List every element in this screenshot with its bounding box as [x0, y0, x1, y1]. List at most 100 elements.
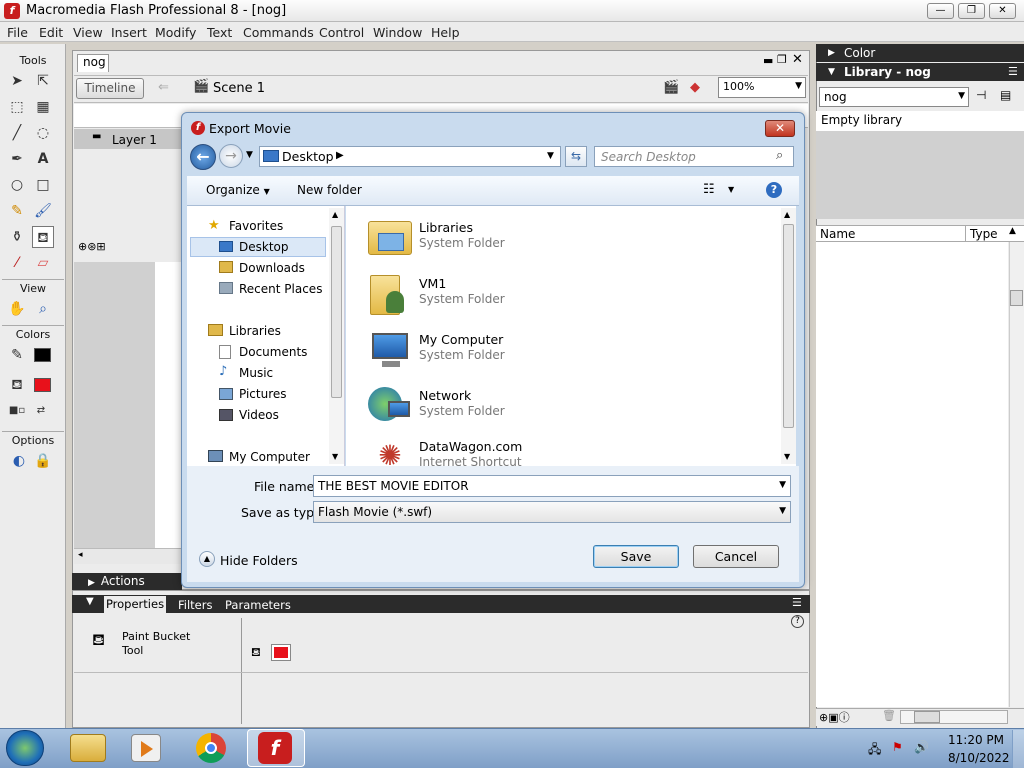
chevron-down-icon[interactable]: ▼	[779, 480, 786, 490]
pin-library-icon[interactable]: ⊣	[976, 88, 986, 102]
list-item[interactable]: Libraries System Folder	[366, 211, 786, 263]
line-tool-icon[interactable]: ╱	[6, 122, 28, 144]
library-vscrollbar[interactable]	[1009, 242, 1024, 707]
menu-modify[interactable]: Modify	[155, 25, 196, 40]
default-colors-icon[interactable]: ■▫	[6, 400, 28, 422]
nav-scroll-thumb[interactable]	[331, 226, 342, 398]
panel-menu-icon[interactable]: ☰	[1008, 63, 1018, 81]
back-button[interactable]: ←	[190, 144, 216, 170]
scroll-left-icon[interactable]: ◂	[78, 550, 83, 560]
list-item[interactable]: Network System Folder	[366, 379, 786, 431]
hand-tool-icon[interactable]: ✋	[6, 298, 28, 320]
nav-desktop[interactable]: Desktop	[239, 240, 289, 254]
scroll-down-icon[interactable]: ▼	[784, 452, 790, 461]
nav-libraries[interactable]: Libraries	[229, 324, 281, 338]
chevron-up-icon[interactable]: ▲	[199, 551, 215, 567]
dialog-close-button[interactable]: ✕	[765, 120, 795, 137]
text-tool-icon[interactable]: A	[32, 148, 54, 170]
scroll-down-icon[interactable]: ▼	[332, 452, 338, 461]
col-name[interactable]: Name	[820, 227, 855, 241]
rectangle-tool-icon[interactable]: □	[32, 174, 54, 196]
help-icon[interactable]: ?	[791, 615, 804, 628]
tab-properties[interactable]: Properties	[104, 596, 166, 613]
oval-tool-icon[interactable]: ○	[6, 174, 28, 196]
view-dropdown-icon[interactable]: ▼	[728, 185, 734, 194]
action-center-icon[interactable]: ⚑	[892, 740, 903, 754]
view-options-icon[interactable]: ☷	[703, 182, 715, 197]
hscroll-thumb[interactable]	[914, 711, 940, 723]
fill-color-swatch[interactable]	[34, 378, 51, 392]
subselect-tool-icon[interactable]: ⇱	[32, 70, 54, 92]
actions-panel-header[interactable]: ▶ Actions	[72, 573, 182, 590]
zoom-tool-icon[interactable]: ⌕	[32, 298, 54, 320]
network-tray-icon[interactable]: 🖧	[868, 740, 881, 761]
menu-edit[interactable]: Edit	[39, 25, 63, 40]
hide-folders-button[interactable]: Hide Folders	[220, 553, 298, 568]
nav-recent-places[interactable]: Recent Places	[239, 282, 322, 296]
edit-symbol-icon[interactable]: ◆	[690, 80, 700, 95]
breadcrumb-arrow-icon[interactable]: ▶	[336, 150, 344, 161]
restore-button[interactable]: ❐	[958, 3, 985, 19]
tab-filters[interactable]: Filters	[178, 598, 212, 612]
search-icon[interactable]: ⌕	[776, 148, 783, 163]
refresh-button[interactable]: ⇆	[565, 146, 587, 167]
col-type[interactable]: Type	[970, 227, 998, 241]
scroll-up-icon[interactable]: ▲	[332, 210, 338, 219]
doc-restore-icon[interactable]: ❐	[777, 53, 787, 66]
nav-downloads[interactable]: Downloads	[239, 261, 305, 275]
menu-window[interactable]: Window	[373, 25, 422, 40]
organize-button[interactable]: Organize ▼	[206, 183, 270, 197]
edit-scene-icon[interactable]: 🎬	[663, 80, 679, 95]
gap-size-icon[interactable]: ◐	[8, 450, 30, 472]
lasso-tool-icon[interactable]: ◌	[32, 122, 54, 144]
back-arrow-icon[interactable]: ⇐	[158, 80, 169, 95]
doc-minimize-icon[interactable]: ▬	[763, 54, 773, 67]
list-item[interactable]: My Computer System Folder	[366, 323, 786, 375]
nav-documents[interactable]: Documents	[239, 345, 307, 359]
scroll-thumb[interactable]	[1010, 290, 1023, 306]
new-library-icon[interactable]: ▤	[1000, 88, 1011, 102]
zoom-select[interactable]: 100% ▼	[718, 77, 806, 98]
save-type-select[interactable]: Flash Movie (*.swf) ▼	[313, 501, 791, 523]
paint-bucket-icon[interactable]: ⛾	[32, 226, 54, 248]
menu-insert[interactable]: Insert	[111, 25, 147, 40]
ink-bottle-icon[interactable]: ⚱	[6, 226, 28, 248]
lock-fill-icon[interactable]: 🔒	[32, 450, 54, 472]
color-panel-header[interactable]: ▶ Color	[816, 44, 1024, 62]
nav-favorites[interactable]: Favorites	[229, 219, 283, 233]
volume-icon[interactable]: 🔊	[914, 740, 929, 754]
menu-file[interactable]: File	[7, 25, 28, 40]
nav-videos[interactable]: Videos	[239, 408, 279, 422]
swap-colors-icon[interactable]: ⇄	[30, 400, 52, 422]
show-desktop-button[interactable]	[1012, 730, 1024, 768]
pencil-tool-icon[interactable]: ✎	[6, 200, 28, 222]
history-dropdown-icon[interactable]: ▼	[246, 150, 253, 160]
eyedropper-icon[interactable]: ⁄	[6, 252, 28, 274]
media-player-taskbar-icon[interactable]	[131, 734, 161, 762]
arrow-tool-icon[interactable]: ➤	[6, 70, 28, 92]
nav-my-computer[interactable]: My Computer	[229, 450, 310, 464]
free-transform-icon[interactable]: ⬚	[6, 96, 28, 118]
delete-icon[interactable]: 🗑	[882, 709, 896, 722]
document-tab[interactable]: nog	[77, 54, 109, 72]
list-item[interactable]: VM1 System Folder	[366, 267, 786, 319]
search-input[interactable]: Search Desktop	[594, 146, 794, 167]
menu-text[interactable]: Text	[207, 25, 232, 40]
start-button[interactable]	[6, 730, 44, 766]
pen-tool-icon[interactable]: ✒	[6, 148, 28, 170]
clock-time[interactable]: 11:20 PM	[948, 733, 1004, 747]
menu-view[interactable]: View	[73, 25, 103, 40]
menu-help[interactable]: Help	[431, 25, 460, 40]
file-scroll-thumb[interactable]	[783, 224, 794, 428]
horizontal-scrollbar[interactable]	[74, 548, 182, 564]
library-select[interactable]: nog ▼	[819, 87, 969, 107]
forward-button[interactable]: →	[219, 144, 243, 168]
help-icon[interactable]: ?	[766, 182, 782, 198]
menu-commands[interactable]: Commands	[243, 25, 314, 40]
fill-color-box[interactable]	[271, 644, 291, 661]
nav-music[interactable]: Music	[239, 366, 273, 380]
eraser-icon[interactable]: ▱	[32, 252, 54, 274]
cancel-button[interactable]: Cancel	[693, 545, 779, 568]
clock-date[interactable]: 8/10/2022	[948, 751, 1010, 765]
fill-transform-icon[interactable]: ▦	[32, 96, 54, 118]
